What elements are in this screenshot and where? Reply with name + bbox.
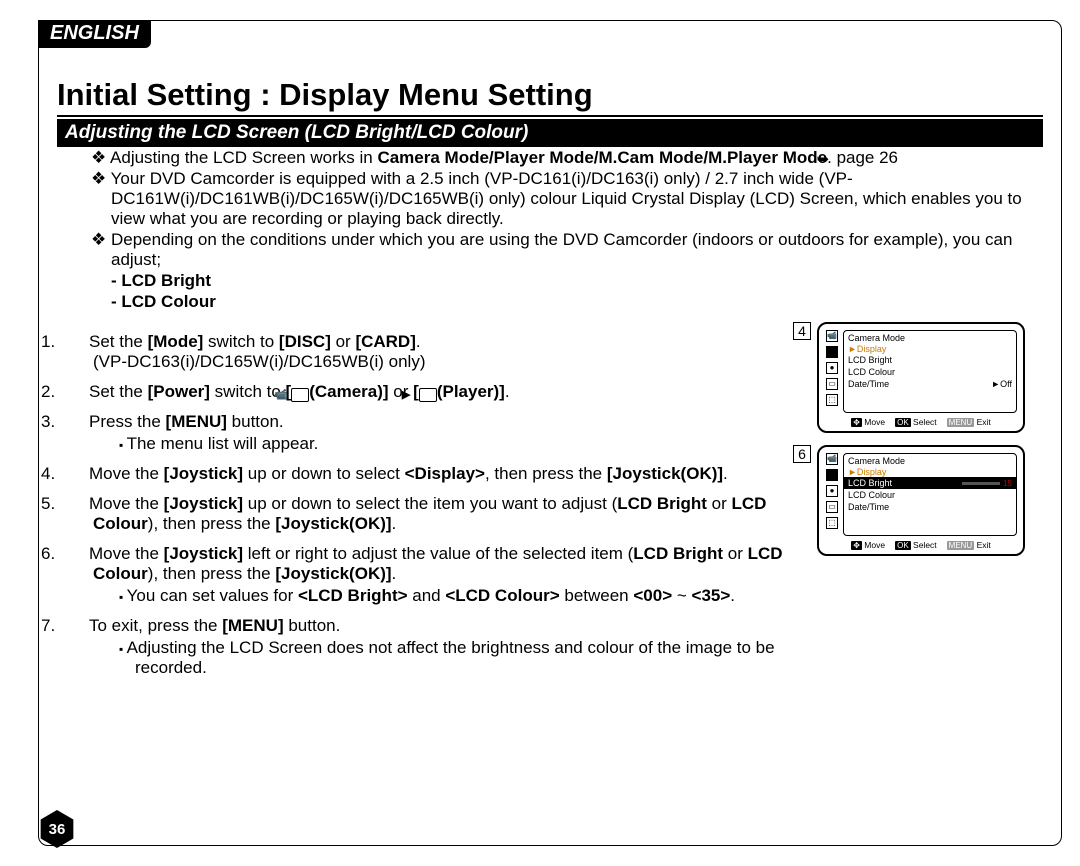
memory-icon: ▭ xyxy=(826,501,838,513)
record-icon: ● xyxy=(826,485,838,497)
intro-bullet-1: Adjusting the LCD Screen works in Camera… xyxy=(91,148,1043,168)
intro-block: Adjusting the LCD Screen works in Camera… xyxy=(57,148,1043,312)
step-3-sub: The menu list will appear. xyxy=(119,434,783,454)
language-tab: ENGLISH xyxy=(38,20,151,48)
figure-4-sidebar-icons: 📹 ● ▭ ⬚ xyxy=(825,330,839,413)
section-heading: Adjusting the LCD Screen (LCD Bright/LCD… xyxy=(57,119,1043,147)
settings-icon: ⬚ xyxy=(826,517,838,529)
memory-icon: ▭ xyxy=(826,378,838,390)
step-7-sub: Adjusting the LCD Screen does not affect… xyxy=(119,638,783,678)
figure-6-number: 6 xyxy=(793,445,811,463)
figure-6-mode-label: Camera Mode xyxy=(844,456,1016,467)
figure-6-sidebar-icons: 📹 ● ▭ ⬚ xyxy=(825,453,839,536)
camera-mode-icon: 📹 xyxy=(826,453,838,465)
figure-6-controls: ✥ Move OK Select MENU Exit xyxy=(825,540,1017,550)
step-3: 3.Press the [MENU] button. The menu list… xyxy=(67,412,783,454)
step-7: 7.To exit, press the [MENU] button. Adju… xyxy=(67,616,783,678)
steps-list: 1.Set the [Mode] switch to [DISC] or [CA… xyxy=(67,332,783,678)
ok-icon: OK xyxy=(895,418,911,427)
figure-4-menu: Camera Mode ►Display LCD Bright LCD Colo… xyxy=(843,330,1017,413)
option-lcd-bright: LCD Bright xyxy=(111,271,1043,291)
ok-icon: OK xyxy=(895,541,911,550)
page-title: Initial Setting : Display Menu Setting xyxy=(57,77,1043,117)
figure-6: 6 📹 ● ▭ ⬚ Camera Mode ►Display xyxy=(793,445,1043,556)
page-frame: ENGLISH Initial Setting : Display Menu S… xyxy=(38,20,1062,846)
option-lcd-colour: LCD Colour xyxy=(111,292,1043,312)
figure-4: 4 📹 ● ▭ ⬚ Camera Mode ►Display xyxy=(793,322,1043,433)
display-icon xyxy=(826,469,838,481)
figure-6-row-colour: LCD Colour xyxy=(844,489,1016,501)
menu-icon: MENU xyxy=(947,541,975,550)
figure-4-row-datetime: Date/Time►Off xyxy=(844,378,1016,390)
camera-mode-icon: 📹 xyxy=(826,330,838,342)
menu-icon: MENU xyxy=(947,418,975,427)
step-5: 5.Move the [Joystick] up or down to sele… xyxy=(67,494,783,534)
camera-icon: 📹 xyxy=(291,388,309,402)
figure-4-screen: 📹 ● ▭ ⬚ Camera Mode ►Display LCD Bright … xyxy=(817,322,1025,433)
step-4: 4.Move the [Joystick] up or down to sele… xyxy=(67,464,783,484)
intro-bullets: Adjusting the LCD Screen works in Camera… xyxy=(67,148,1043,312)
step-6: 6.Move the [Joystick] left or right to a… xyxy=(67,544,783,606)
figure-4-display-label: ►Display xyxy=(844,344,1016,354)
figure-4-mode-label: Camera Mode xyxy=(844,333,1016,344)
figure-6-display-label: ►Display xyxy=(844,467,1016,477)
player-icon: ▶ xyxy=(419,388,437,402)
step-2: 2.Set the [Power] switch to [📹(Camera)] … xyxy=(67,382,783,402)
steps-column: 1.Set the [Mode] switch to [DISC] or [CA… xyxy=(57,322,783,678)
figure-6-menu: Camera Mode ►Display LCD Bright15 LCD Co… xyxy=(843,453,1017,536)
move-icon: ✥ xyxy=(851,541,862,550)
intro-bullet-3: Depending on the conditions under which … xyxy=(91,230,1043,312)
step-1: 1.Set the [Mode] switch to [DISC] or [CA… xyxy=(67,332,783,372)
record-icon: ● xyxy=(826,362,838,374)
value-number: 15 xyxy=(1003,479,1012,488)
figure-4-row-colour: LCD Colour xyxy=(844,366,1016,378)
move-icon: ✥ xyxy=(851,418,862,427)
adjust-options: LCD Bright LCD Colour xyxy=(111,271,1043,312)
figures-column: 4 📹 ● ▭ ⬚ Camera Mode ►Display xyxy=(793,322,1043,678)
display-icon xyxy=(826,346,838,358)
settings-icon: ⬚ xyxy=(826,394,838,406)
intro-bullet-2: Your DVD Camcorder is equipped with a 2.… xyxy=(91,169,1043,229)
figure-4-number: 4 xyxy=(793,322,811,340)
figure-4-controls: ✥ Move OK Select MENU Exit xyxy=(825,417,1017,427)
figure-6-row-bright-selected: LCD Bright15 xyxy=(844,477,1016,489)
figure-6-row-datetime: Date/Time xyxy=(844,501,1016,513)
value-bar xyxy=(961,481,1001,486)
figure-4-row-bright: LCD Bright xyxy=(844,354,1016,366)
step-6-sub: You can set values for <LCD Bright> and … xyxy=(119,586,783,606)
figure-6-screen: 📹 ● ▭ ⬚ Camera Mode ►Display LCD Bright1… xyxy=(817,445,1025,556)
